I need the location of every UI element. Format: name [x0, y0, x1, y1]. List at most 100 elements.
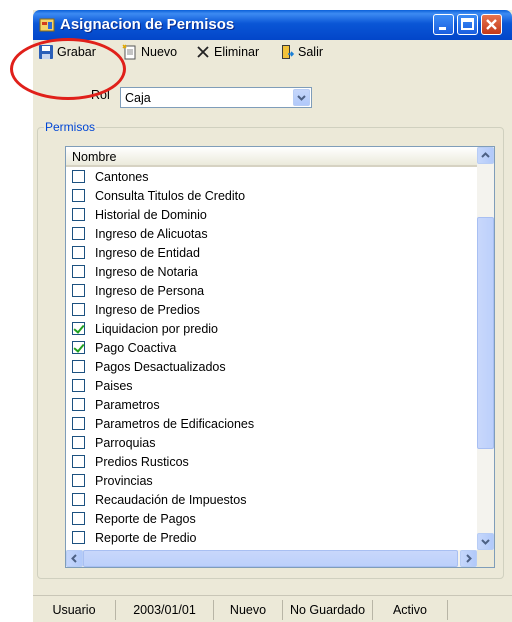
salir-button[interactable]: Salir: [279, 43, 323, 61]
scroll-right-icon[interactable]: [460, 550, 477, 567]
permiso-checkbox[interactable]: [72, 360, 85, 373]
permiso-checkbox[interactable]: [72, 341, 85, 354]
permiso-label: Pago Coactiva: [95, 340, 177, 355]
permiso-checkbox[interactable]: [72, 436, 85, 449]
permiso-checkbox[interactable]: [72, 322, 85, 335]
permiso-row[interactable]: Provincias: [66, 471, 477, 490]
permiso-row[interactable]: Pago Coactiva: [66, 338, 477, 357]
permiso-checkbox[interactable]: [72, 303, 85, 316]
permiso-checkbox[interactable]: [72, 208, 85, 221]
rol-value: Caja: [125, 91, 151, 105]
nuevo-button[interactable]: Nuevo: [122, 43, 177, 61]
permiso-label: Parroquias: [95, 435, 156, 450]
permiso-row[interactable]: Cantones: [66, 167, 477, 186]
permiso-label: Ingreso de Alicuotas: [95, 226, 208, 241]
permiso-row[interactable]: Ingreso de Persona: [66, 281, 477, 300]
permiso-checkbox[interactable]: [72, 189, 85, 202]
status-modo: Nuevo: [214, 600, 283, 620]
status-estado: Activo: [373, 600, 448, 620]
permiso-checkbox[interactable]: [72, 398, 85, 411]
permiso-checkbox[interactable]: [72, 265, 85, 278]
permiso-row[interactable]: Recaudación de Impuestos: [66, 490, 477, 509]
new-document-icon: [122, 44, 136, 60]
permiso-row[interactable]: Reporte de Pagos: [66, 509, 477, 528]
permiso-row[interactable]: Parametros: [66, 395, 477, 414]
status-guardado: No Guardado: [283, 600, 373, 620]
permiso-label: Provincias: [95, 473, 153, 488]
permiso-label: Reporte de Predio: [95, 530, 197, 545]
highlight-circle: [10, 38, 126, 100]
permiso-label: Parametros: [95, 397, 160, 412]
permiso-label: Ingreso de Notaria: [95, 264, 198, 279]
permiso-label: Predios Rusticos: [95, 454, 189, 469]
permiso-label: Ingreso de Entidad: [95, 245, 200, 260]
permiso-row[interactable]: Ingreso de Entidad: [66, 243, 477, 262]
permiso-row[interactable]: Ingreso de Notaria: [66, 262, 477, 281]
scroll-down-icon[interactable]: [477, 533, 494, 550]
permisos-rows: Cantones Consulta Titulos de Credito Histo…: [66, 167, 477, 547]
app-icon: [39, 18, 55, 32]
permiso-checkbox[interactable]: [72, 531, 85, 544]
permiso-checkbox[interactable]: [72, 455, 85, 468]
exit-door-icon: [282, 45, 295, 59]
horizontal-scrollbar[interactable]: [66, 550, 477, 567]
salir-label: Salir: [298, 45, 324, 59]
minimize-icon[interactable]: [433, 14, 454, 35]
permisos-group-label: Permisos: [44, 120, 97, 134]
permiso-label: Reporte de Pagos: [95, 511, 196, 526]
permiso-row[interactable]: Consulta Titulos de Credito: [66, 186, 477, 205]
permiso-checkbox[interactable]: [72, 512, 85, 525]
horizontal-scroll-thumb[interactable]: [83, 550, 458, 567]
permisos-list[interactable]: Nombre Cantones Consulta Titulos de Credi…: [65, 146, 495, 568]
rol-select[interactable]: Caja: [120, 87, 312, 108]
chevron-down-icon[interactable]: [293, 89, 310, 106]
permissions-window: Asignacion de Permisos Grabar Nuevo Elim…: [33, 10, 512, 622]
maximize-icon[interactable]: [457, 14, 478, 35]
permiso-row[interactable]: Liquidacion por predio: [66, 319, 477, 338]
scroll-left-icon[interactable]: [66, 550, 83, 567]
status-fecha: 2003/01/01: [116, 600, 214, 620]
permiso-row[interactable]: Reporte de Predio: [66, 528, 477, 547]
permiso-label: Recaudación de Impuestos: [95, 492, 247, 507]
nuevo-label: Nuevo: [141, 45, 178, 59]
permiso-checkbox[interactable]: [72, 284, 85, 297]
delete-x-icon: [197, 46, 209, 58]
status-usuario: Usuario: [33, 600, 116, 620]
vertical-scrollbar[interactable]: [477, 147, 494, 550]
permiso-checkbox[interactable]: [72, 379, 85, 392]
permiso-row[interactable]: Paises: [66, 376, 477, 395]
eliminar-button[interactable]: Eliminar: [195, 43, 259, 61]
permiso-row[interactable]: Historial de Dominio: [66, 205, 477, 224]
permiso-row[interactable]: Ingreso de Alicuotas: [66, 224, 477, 243]
permiso-label: Parametros de Edificaciones: [95, 416, 255, 431]
permiso-checkbox[interactable]: [72, 493, 85, 506]
permiso-row[interactable]: Pagos Desactualizados: [66, 357, 477, 376]
permiso-row[interactable]: Ingreso de Predios: [66, 300, 477, 319]
window-title: Asignacion de Permisos: [60, 16, 235, 33]
permiso-checkbox[interactable]: [72, 474, 85, 487]
permiso-checkbox[interactable]: [72, 246, 85, 259]
permiso-checkbox[interactable]: [72, 417, 85, 430]
permiso-label: Historial de Dominio: [95, 207, 207, 222]
column-header-label: Nombre: [72, 150, 117, 164]
permiso-checkbox[interactable]: [72, 227, 85, 240]
permiso-row[interactable]: Parroquias: [66, 433, 477, 452]
permiso-label: Cantones: [95, 169, 149, 184]
scroll-up-icon[interactable]: [477, 147, 494, 164]
eliminar-label: Eliminar: [214, 45, 260, 59]
scrollbar-corner: [477, 550, 494, 567]
permiso-checkbox[interactable]: [72, 170, 85, 183]
permiso-label: Ingreso de Persona: [95, 283, 205, 298]
title-bar[interactable]: Asignacion de Permisos: [33, 10, 512, 40]
permiso-row[interactable]: Parametros de Edificaciones: [66, 414, 477, 433]
vertical-scroll-thumb[interactable]: [477, 217, 494, 449]
permiso-label: Paises: [95, 378, 133, 393]
permiso-label: Ingreso de Predios: [95, 302, 200, 317]
permiso-row[interactable]: Predios Rusticos: [66, 452, 477, 471]
permiso-label: Pagos Desactualizados: [95, 359, 226, 374]
permiso-label: Liquidacion por predio: [95, 321, 219, 336]
column-header-nombre[interactable]: Nombre: [66, 147, 477, 167]
permiso-label: Consulta Titulos de Credito: [95, 188, 246, 203]
status-bar: Usuario 2003/01/01 Nuevo No Guardado Act…: [33, 595, 512, 622]
close-icon[interactable]: [481, 14, 502, 35]
